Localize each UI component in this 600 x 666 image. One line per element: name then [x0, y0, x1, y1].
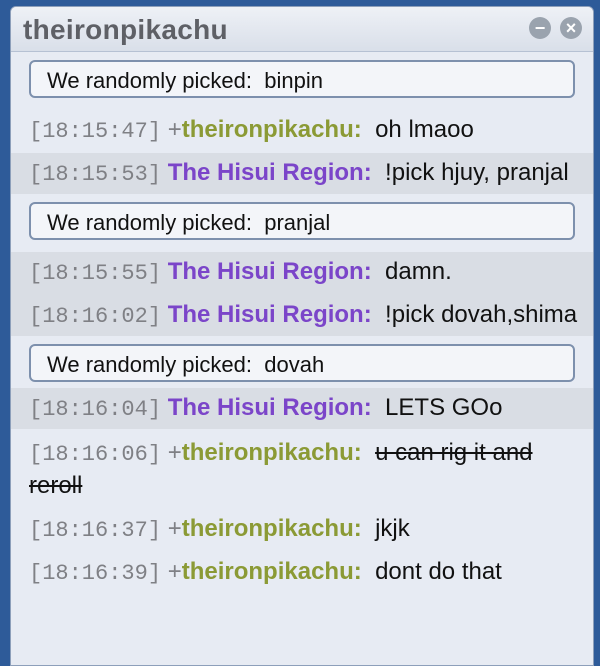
- message-text: !pick hjuy, pranjal: [385, 159, 569, 186]
- message-username[interactable]: The Hisui Region:: [168, 159, 372, 186]
- user-rank-symbol: +: [167, 558, 182, 585]
- message-username[interactable]: The Hisui Region:: [168, 394, 372, 421]
- message-username[interactable]: The Hisui Region:: [168, 258, 372, 285]
- window-title: theironpikachu: [23, 14, 228, 45]
- message-text: LETS GOo: [385, 394, 503, 421]
- close-icon[interactable]: ×: [560, 17, 582, 39]
- message-timestamp: [18:16:37]: [29, 518, 162, 543]
- chat-window: theironpikachu − × We randomly picked: b…: [10, 6, 594, 666]
- pick-notice-prefix: We randomly picked:: [47, 210, 253, 235]
- chat-message: [18:15:47] +theironpikachu: oh lmaoo: [11, 110, 593, 151]
- minimize-icon[interactable]: −: [529, 17, 551, 39]
- chat-message: [18:16:02] The Hisui Region: !pick dovah…: [11, 289, 593, 332]
- message-timestamp: [18:16:04]: [29, 397, 162, 422]
- user-rank-symbol: +: [167, 116, 182, 143]
- chat-log[interactable]: We randomly picked: binpin [18:15:47] +t…: [11, 52, 593, 593]
- chat-message: [18:16:39] +theironpikachu: dont do that: [11, 552, 593, 593]
- message-username[interactable]: theironpikachu:: [182, 515, 362, 542]
- pick-notice-prefix: We randomly picked:: [47, 68, 253, 93]
- pick-notice-value: dovah: [264, 352, 325, 377]
- chat-message: [18:16:04] The Hisui Region: LETS GOo: [11, 388, 593, 429]
- message-timestamp: [18:15:55]: [29, 261, 162, 286]
- pick-notice: We randomly picked: dovah: [29, 344, 575, 382]
- message-text: jkjk: [375, 515, 410, 542]
- message-text: dont do that: [375, 558, 502, 585]
- message-username[interactable]: The Hisui Region:: [168, 301, 372, 328]
- pick-notice: We randomly picked: binpin: [29, 60, 575, 98]
- pick-notice-prefix: We randomly picked:: [47, 352, 253, 377]
- message-username[interactable]: theironpikachu:: [182, 439, 362, 466]
- pick-notice-value: pranjal: [264, 210, 331, 235]
- message-text: damn.: [385, 258, 452, 285]
- message-text: oh lmaoo: [375, 116, 474, 143]
- message-username[interactable]: theironpikachu:: [182, 558, 362, 585]
- message-timestamp: [18:15:53]: [29, 162, 162, 187]
- chat-message: [18:15:53] The Hisui Region: !pick hjuy,…: [11, 153, 593, 194]
- chat-message: [18:15:55] The Hisui Region: damn.: [11, 256, 593, 289]
- message-username[interactable]: theironpikachu:: [182, 116, 362, 143]
- message-timestamp: [18:16:02]: [29, 304, 162, 329]
- message-timestamp: [18:16:39]: [29, 561, 162, 586]
- pick-notice: We randomly picked: pranjal: [29, 202, 575, 240]
- user-rank-symbol: +: [167, 439, 182, 466]
- pick-notice-value: binpin: [264, 68, 323, 93]
- message-timestamp: [18:16:06]: [29, 442, 162, 467]
- chat-message: [18:16:37] +theironpikachu: jkjk: [11, 509, 593, 550]
- message-text: !pick dovah,shima: [385, 301, 578, 328]
- title-bar[interactable]: theironpikachu − ×: [11, 7, 593, 52]
- user-rank-symbol: +: [167, 515, 182, 542]
- message-timestamp: [18:15:47]: [29, 119, 162, 144]
- chat-message: [18:16:06] +theironpikachu: u can rig it…: [11, 433, 593, 505]
